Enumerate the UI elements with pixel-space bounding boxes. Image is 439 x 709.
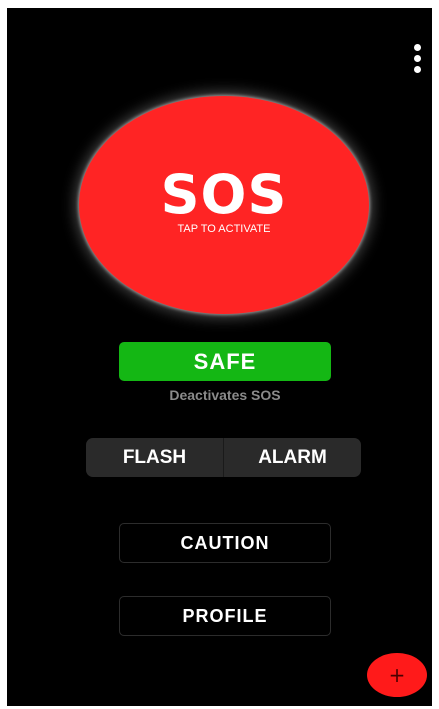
- profile-button[interactable]: PROFILE: [119, 596, 331, 636]
- menu-dot: [413, 54, 421, 62]
- flash-alarm-toggle-group: FLASH ALARM: [86, 438, 361, 477]
- safe-button[interactable]: SAFE: [119, 342, 331, 381]
- menu-dot: [413, 43, 421, 51]
- add-fab-button[interactable]: +: [367, 653, 427, 697]
- safe-caption: Deactivates SOS: [169, 387, 281, 403]
- sos-subtitle: TAP TO ACTIVATE: [177, 222, 271, 235]
- plus-icon: +: [388, 663, 406, 687]
- app-screen: SOS TAP TO ACTIVATE SAFE Deactivates SOS…: [7, 8, 432, 706]
- sos-title: SOS: [160, 162, 288, 226]
- alarm-button[interactable]: ALARM: [224, 438, 361, 477]
- flash-button[interactable]: FLASH: [86, 438, 223, 477]
- menu-dot: [413, 65, 421, 73]
- caution-button[interactable]: CAUTION: [119, 523, 331, 563]
- overflow-menu-icon[interactable]: [405, 38, 429, 78]
- sos-button[interactable]: SOS TAP TO ACTIVATE: [79, 96, 369, 314]
